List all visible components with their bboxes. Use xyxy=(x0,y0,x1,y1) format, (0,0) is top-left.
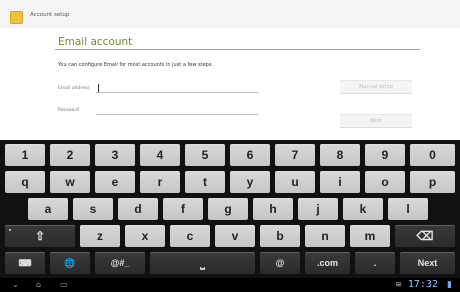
key-b[interactable]: b xyxy=(260,225,300,247)
key-v[interactable]: v xyxy=(215,225,255,247)
home-icon[interactable]: ⌂ xyxy=(36,279,41,291)
wifi-icon: ≋ xyxy=(395,280,402,289)
email-label: Email address xyxy=(58,86,90,91)
key-o[interactable]: o xyxy=(365,171,405,193)
space-key[interactable]: ⎵ xyxy=(150,252,255,274)
key-5[interactable]: 5 xyxy=(185,144,225,166)
action-bar: Account setup xyxy=(0,0,460,28)
key-e[interactable]: e xyxy=(95,171,135,193)
key-k[interactable]: k xyxy=(343,198,383,220)
key-w[interactable]: w xyxy=(50,171,90,193)
space-icon: ⎵ xyxy=(200,255,205,270)
key-j[interactable]: j xyxy=(298,198,338,220)
key-m[interactable]: m xyxy=(350,225,390,247)
key-i[interactable]: i xyxy=(320,171,360,193)
key-4[interactable]: 4 xyxy=(140,144,180,166)
key-a[interactable]: a xyxy=(28,198,68,220)
keyboard-settings-key[interactable]: ⌨ xyxy=(5,252,45,274)
signal-icon: ▮ xyxy=(447,280,452,290)
account-setup-form: Email account You can configure Email fo… xyxy=(0,28,460,140)
language-key[interactable]: 🌐 xyxy=(50,252,90,274)
key-0[interactable]: 0 xyxy=(410,144,455,166)
key-y[interactable]: y xyxy=(230,171,270,193)
key-6[interactable]: 6 xyxy=(230,144,270,166)
next-key[interactable]: Next xyxy=(400,252,455,274)
back-icon[interactable]: ⌄ xyxy=(12,279,19,291)
language-globe-icon: 🌐 xyxy=(64,257,76,268)
period-key[interactable]: . xyxy=(355,252,395,274)
onscreen-keyboard: 1 2 3 4 5 6 7 8 9 0 q w e r t y u i o p … xyxy=(0,140,460,278)
shift-key[interactable]: ⇧ xyxy=(5,225,75,247)
keyboard-settings-icon: ⌨ xyxy=(18,257,32,268)
key-q[interactable]: q xyxy=(5,171,45,193)
key-2[interactable]: 2 xyxy=(50,144,90,166)
key-f[interactable]: f xyxy=(163,198,203,220)
password-label: Password xyxy=(58,108,80,113)
title-divider xyxy=(55,49,420,50)
shift-icon: ⇧ xyxy=(34,229,46,243)
key-h[interactable]: h xyxy=(253,198,293,220)
at-key[interactable]: @ xyxy=(260,252,300,274)
key-s[interactable]: s xyxy=(73,198,113,220)
key-8[interactable]: 8 xyxy=(320,144,360,166)
key-u[interactable]: u xyxy=(275,171,315,193)
app-title: Account setup xyxy=(30,12,70,18)
email-app-icon xyxy=(10,11,23,24)
setup-description: You can configure Email for most account… xyxy=(58,62,214,68)
recent-apps-icon[interactable]: ▭ xyxy=(60,279,68,291)
shift-indicator-dot xyxy=(9,229,11,231)
dotcom-key[interactable]: .com xyxy=(305,252,350,274)
key-n[interactable]: n xyxy=(305,225,345,247)
key-7[interactable]: 7 xyxy=(275,144,315,166)
backspace-icon: ⌫ xyxy=(416,229,434,243)
key-p[interactable]: p xyxy=(410,171,455,193)
key-d[interactable]: d xyxy=(118,198,158,220)
manual-setup-button[interactable]: Manual setup xyxy=(340,80,412,94)
password-field[interactable] xyxy=(96,105,258,115)
symbols-key[interactable]: @#_ xyxy=(95,252,145,274)
text-caret xyxy=(98,84,99,92)
next-button[interactable]: Next xyxy=(340,114,412,128)
key-x[interactable]: x xyxy=(125,225,165,247)
status-clock: 17:32 xyxy=(407,279,438,290)
key-3[interactable]: 3 xyxy=(95,144,135,166)
key-t[interactable]: t xyxy=(185,171,225,193)
backspace-key[interactable]: ⌫ xyxy=(395,225,455,247)
key-z[interactable]: z xyxy=(80,225,120,247)
key-9[interactable]: 9 xyxy=(365,144,405,166)
key-1[interactable]: 1 xyxy=(5,144,45,166)
key-g[interactable]: g xyxy=(208,198,248,220)
section-title: Email account xyxy=(58,36,133,48)
email-field[interactable] xyxy=(96,83,258,93)
key-r[interactable]: r xyxy=(140,171,180,193)
key-c[interactable]: c xyxy=(170,225,210,247)
key-l[interactable]: l xyxy=(388,198,428,220)
system-nav-bar: ⌄ ⌂ ▭ ≋ 17:32 ▮ xyxy=(0,278,460,292)
